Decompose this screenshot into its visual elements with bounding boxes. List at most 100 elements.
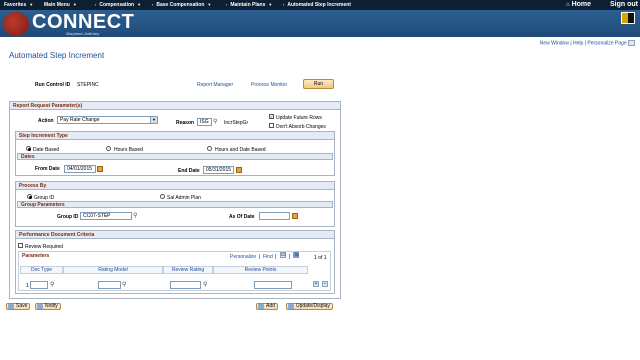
date-based-radio[interactable] — [26, 146, 31, 151]
process-monitor-link[interactable]: Process Monitor — [251, 82, 287, 88]
nav-compensation[interactable]: › Compensation ▼ — [95, 2, 141, 8]
nav-base-compensation[interactable]: › Base Compensation ▼ — [152, 2, 211, 8]
view-all-icon[interactable]: ▭ — [280, 252, 286, 258]
nav-favorites[interactable]: Favorites ▼ — [4, 2, 33, 8]
nav-current-page-label: Automated Step Increment — [287, 2, 351, 8]
grid-separator: | — [259, 254, 261, 260]
update-display-icon — [288, 304, 294, 309]
end-date-input[interactable]: 05/31/2015 — [203, 166, 234, 174]
breadcrumb-arrow-icon: › — [226, 2, 228, 7]
breadcrumb-arrow-icon: › — [152, 2, 154, 7]
sign-out-link[interactable]: Sign out — [610, 1, 638, 8]
action-select[interactable]: Pay Rate Change ▼ — [57, 116, 158, 124]
logo-icon — [3, 12, 29, 36]
nav-main-menu-label: Main Menu — [44, 2, 70, 8]
calendar-icon[interactable] — [236, 167, 242, 173]
end-date-label: End Date — [178, 168, 200, 174]
save-label: Save — [16, 303, 28, 309]
search-icon[interactable]: ⚲ — [133, 213, 137, 219]
chevron-down-icon: ▼ — [268, 2, 273, 7]
doc-type-column-header: Doc Type — [20, 266, 63, 274]
group-id-input[interactable]: CC07-STEP — [80, 212, 132, 220]
update-future-rows-label: Update Future Rows — [276, 115, 322, 121]
home-icon: ⌂ — [566, 2, 570, 8]
hours-based-radio[interactable] — [106, 146, 111, 151]
process-by-header: Process By — [16, 182, 334, 190]
notify-button[interactable]: Notify — [35, 303, 61, 310]
group-id-radio[interactable] — [27, 194, 32, 199]
help-link[interactable]: Help — [573, 40, 583, 46]
download-grid-icon[interactable]: ▤ — [293, 252, 299, 258]
http-icon[interactable] — [628, 40, 635, 46]
home-label: Home — [571, 1, 592, 8]
action-label: Action — [38, 118, 54, 124]
brand-subtitle: Maryland Judiciary — [66, 31, 100, 36]
grid-separator: | — [289, 254, 291, 260]
dont-absorb-changes-label: Don't Absorb Changes — [276, 124, 326, 130]
chevron-down-icon: ▼ — [207, 2, 212, 7]
top-nav-bar: Favorites ▼ Main Menu ▼ › Compensation ▼ › Ba… — [0, 0, 640, 10]
review-points-input[interactable] — [254, 281, 292, 289]
reason-label: Reason — [176, 120, 195, 126]
breadcrumb-arrow-icon: › — [95, 2, 97, 7]
save-button[interactable]: Save — [6, 303, 31, 310]
nav-favorites-label: Favorites — [4, 2, 27, 8]
search-icon[interactable]: ⚲ — [122, 282, 126, 288]
nav-compensation-label: Compensation — [99, 2, 135, 8]
report-manager-link[interactable]: Report Manager — [197, 82, 233, 88]
review-rating-input[interactable] — [170, 281, 201, 289]
as-of-date-input[interactable] — [259, 212, 290, 220]
new-window-link[interactable]: New Window — [540, 40, 569, 46]
nav-main-menu[interactable]: Main Menu ▼ — [44, 2, 77, 8]
personalize-grid-link[interactable]: Personalize — [230, 254, 256, 260]
update-display-button[interactable]: Update/Display — [286, 303, 333, 310]
search-icon[interactable]: ⚲ — [203, 282, 207, 288]
from-date-input[interactable]: 04/01/2015 — [64, 165, 96, 173]
doc-type-input[interactable] — [30, 281, 48, 289]
utility-links: New Window | Help | Personalize Page — [540, 40, 635, 46]
delete-row-icon[interactable]: − — [322, 281, 328, 287]
group-parameters-subheader: Group Parameters — [17, 201, 333, 208]
run-control-label: Run Control ID — [35, 82, 71, 88]
dates-subheader: Dates — [17, 153, 333, 160]
step-increment-type-header: Step Increment Type — [16, 132, 334, 140]
performance-criteria-header: Performance Document Criteria — [16, 231, 334, 239]
page-title: Automated Step Increment — [9, 51, 105, 60]
add-button[interactable]: Add — [256, 303, 278, 310]
personalize-page-link[interactable]: Personalize Page — [587, 40, 626, 46]
reason-input[interactable]: ISG — [197, 118, 212, 126]
review-rating-column-header: Review Rating — [163, 266, 213, 274]
chevron-down-icon: ▼ — [72, 2, 77, 7]
notify-icon — [37, 304, 43, 309]
review-required-checkbox[interactable] — [18, 243, 23, 248]
search-icon[interactable]: ⚲ — [213, 119, 217, 125]
sal-admin-plan-radio[interactable] — [160, 194, 165, 199]
nav-maintain-plans[interactable]: › Maintain Plans ▼ — [226, 2, 272, 8]
find-link[interactable]: Find — [263, 254, 273, 260]
search-icon[interactable]: ⚲ — [50, 282, 54, 288]
dont-absorb-changes-checkbox[interactable] — [269, 123, 274, 128]
save-icon — [8, 304, 14, 309]
add-icon — [258, 304, 264, 309]
chevron-down-icon: ▼ — [29, 2, 34, 7]
update-future-rows-checkbox[interactable]: ✓ — [269, 114, 274, 119]
run-button[interactable]: Run — [303, 79, 334, 89]
hours-and-date-based-radio[interactable] — [207, 146, 212, 151]
reason-description: IncrStepGr — [224, 120, 249, 126]
rating-model-column-header: Rating Model — [63, 266, 163, 274]
parameters-grid-title: Parameters — [22, 253, 50, 259]
chevron-down-icon: ▼ — [137, 2, 142, 7]
grid-row-count: 1 of 1 — [314, 255, 327, 261]
home-link[interactable]: ⌂ Home — [566, 1, 591, 8]
calendar-icon[interactable] — [97, 166, 103, 172]
action-select-value: Pay Rate Change — [60, 117, 100, 123]
add-label: Add — [266, 303, 275, 309]
rating-model-input[interactable] — [98, 281, 121, 289]
grid-separator: | — [275, 254, 277, 260]
nav-base-compensation-label: Base Compensation — [156, 2, 205, 8]
add-row-icon[interactable]: + — [313, 281, 319, 287]
calendar-icon[interactable] — [292, 213, 298, 219]
report-request-header: Report Request Parameter(s) — [10, 102, 340, 110]
notify-label: Notify — [45, 303, 58, 309]
row-number: 1 — [26, 283, 29, 289]
